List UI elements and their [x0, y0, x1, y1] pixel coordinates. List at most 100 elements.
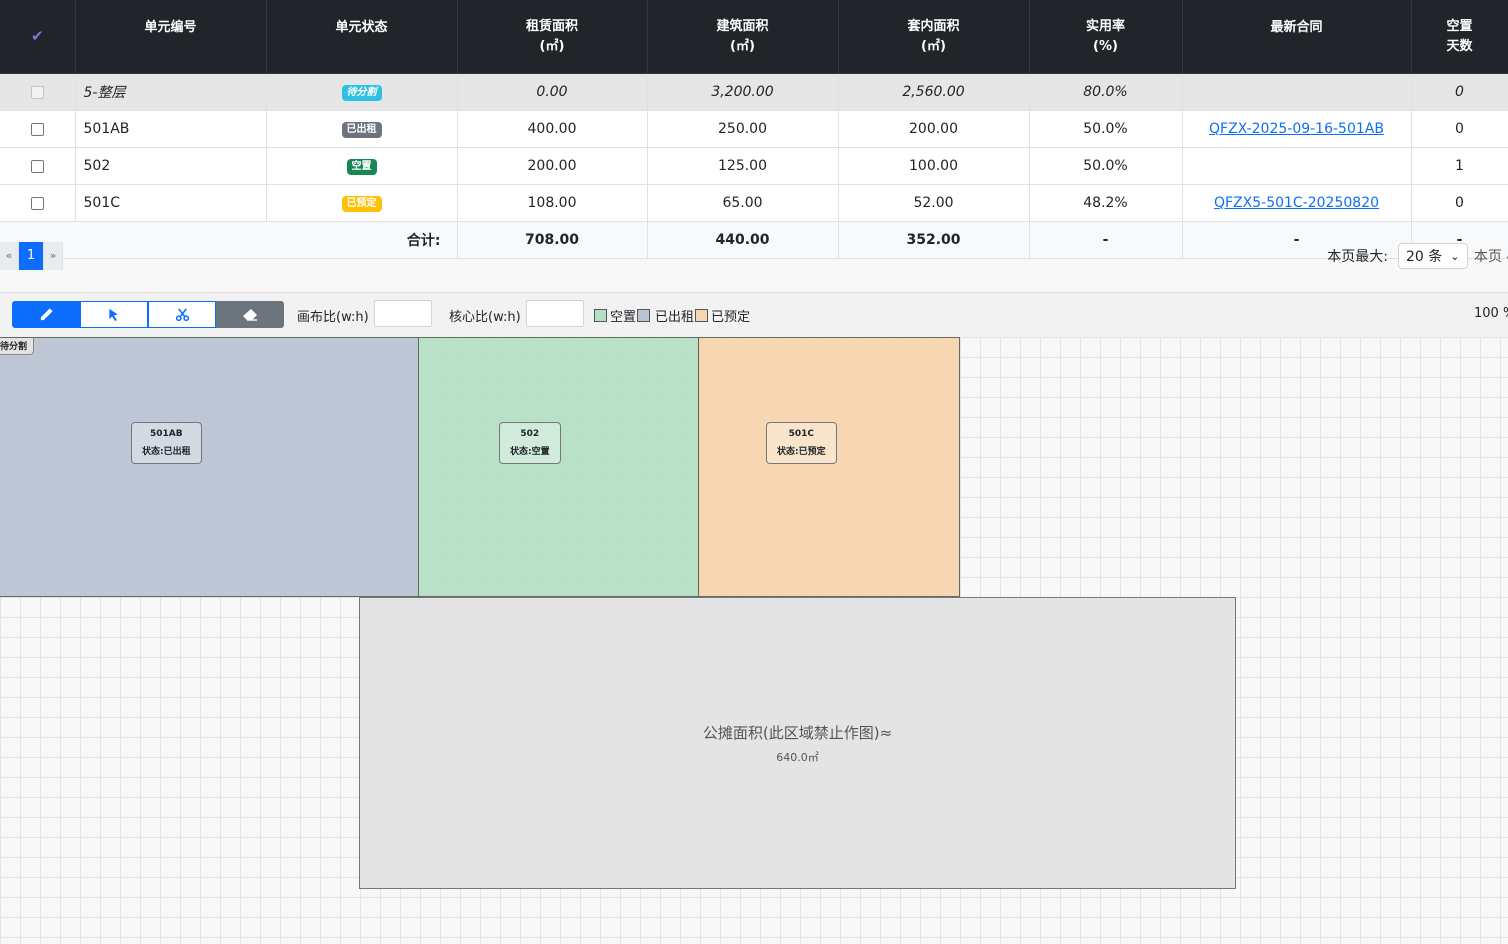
col-build-area-unit: (㎡): [730, 38, 755, 54]
canvas-ratio-label: 画布比(w:h): [297, 310, 369, 325]
zoom-level: 100 %: [1474, 306, 1508, 321]
table-header-row: ✔ 单元编号 单元状态 租赁面积 (㎡) 建筑面积 (㎡) 套内面积 (㎡) 实用率 (…: [0, 0, 1508, 74]
col-status[interactable]: 单元状态: [266, 0, 458, 74]
cell-usage: 48.2%: [1029, 184, 1183, 222]
cell-vacant-days: 1: [1411, 147, 1508, 185]
unit-status: 状态:空置: [510, 447, 550, 457]
units-table: ✔ 单元编号 单元状态 租赁面积 (㎡) 建筑面积 (㎡) 套内面积 (㎡) 实用率 (…: [0, 0, 1508, 259]
col-inner-area-label: 套内面积: [907, 18, 960, 34]
core-ratio-label: 核心比(w:h): [449, 310, 521, 325]
unit-501C[interactable]: 501C 状态:已预定: [698, 337, 960, 597]
page-size-label: 本页最大:: [1327, 249, 1388, 265]
col-build-area-label: 建筑面积: [716, 18, 769, 34]
legend-label-rented: 已出租: [655, 310, 695, 325]
eraser-icon: [243, 308, 257, 321]
status-legend: 空置 已出租 已预定: [594, 306, 750, 325]
split-tool-button[interactable]: [148, 301, 216, 328]
col-inner-area[interactable]: 套内面积 (㎡): [838, 0, 1030, 74]
col-vacant-label-1: 空置: [1446, 18, 1473, 34]
floor-plan-canvas[interactable]: 待分割 501AB 状态:已出租 502 状态:空置 501C 状态:已预定 公…: [0, 337, 1508, 944]
col-unit-no[interactable]: 单元编号: [75, 0, 267, 74]
legend-swatch-vacant: [594, 309, 607, 322]
pencil-tool-button[interactable]: [12, 301, 80, 328]
col-usage-label: 实用率: [1085, 18, 1125, 34]
status-badge: 空置: [346, 159, 377, 175]
cell-unit-no: 501AB: [75, 110, 267, 148]
cell-inner-area: 2,560.00: [838, 73, 1030, 111]
cell-contract: QFZX-2025-09-16-501AB: [1182, 110, 1412, 148]
cell-rent-area: 400.00: [457, 110, 648, 148]
shared-area-value: 640.0㎡: [776, 751, 819, 764]
row-checkbox[interactable]: [0, 147, 76, 185]
select-all-checkbox[interactable]: ✔: [0, 0, 76, 74]
row-checkbox-disabled: [0, 73, 76, 111]
cell-status: 已预定: [266, 184, 458, 222]
checkbox[interactable]: [30, 159, 44, 173]
col-vacant-days[interactable]: 空置 天数: [1411, 0, 1508, 74]
page-1-button[interactable]: 1: [19, 242, 44, 270]
col-inner-area-unit: (㎡): [921, 38, 946, 54]
col-status-label: 单元状态: [335, 20, 388, 35]
prev-page-button[interactable]: «: [0, 242, 19, 270]
col-rent-area[interactable]: 租赁面积 (㎡): [457, 0, 648, 74]
cell-build-area: 3,200.00: [647, 73, 839, 111]
cell-usage: 80.0%: [1029, 73, 1183, 111]
unit-label-501AB: 501AB 状态:已出租: [131, 422, 202, 464]
cell-rent-area: 108.00: [457, 184, 648, 222]
table-row[interactable]: 501AB 已出租 400.00 250.00 200.00 50.0% QFZ…: [0, 110, 1508, 148]
page-size-value: 20 条: [1406, 249, 1443, 265]
cell-rent-area: 0.00: [457, 73, 648, 111]
chevron-down-icon: ⌄: [1450, 249, 1460, 263]
check-icon: ✔: [30, 26, 44, 45]
cell-usage: 50.0%: [1029, 110, 1183, 148]
cell-usage: 50.0%: [1029, 147, 1183, 185]
cell-build-area: 250.00: [647, 110, 839, 148]
legend-swatch-rented: [637, 309, 651, 322]
table-row-floor[interactable]: 5-整层 待分割 0.00 3,200.00 2,560.00 80.0% 0: [0, 73, 1508, 111]
total-rent-area: 708.00: [457, 221, 648, 259]
col-build-area[interactable]: 建筑面积 (㎡): [647, 0, 839, 74]
table-row[interactable]: 502 空置 200.00 125.00 100.00 50.0% 1: [0, 147, 1508, 185]
unit-id: 501AB: [149, 429, 183, 439]
cell-status: 空置: [266, 147, 458, 185]
unit-501AB[interactable]: 待分割 501AB 状态:已出租: [0, 337, 419, 597]
scissors-icon: [175, 308, 189, 322]
col-usage-unit: (%): [1093, 38, 1118, 54]
table-row[interactable]: 501C 已预定 108.00 65.00 52.00 48.2% QFZX5-…: [0, 184, 1508, 222]
col-contract[interactable]: 最新合同: [1182, 0, 1412, 74]
cell-build-area: 65.00: [647, 184, 839, 222]
core-ratio-input[interactable]: [526, 300, 584, 327]
table-total-row: 合计: 708.00 440.00 352.00 - - -: [0, 221, 1508, 259]
status-badge: 已出租: [341, 122, 382, 138]
total-inner-area: 352.00: [838, 221, 1030, 259]
status-badge: 待分割: [341, 85, 382, 101]
select-tool-button[interactable]: [80, 301, 148, 328]
contract-link[interactable]: QFZX5-501C-20250820: [1214, 195, 1379, 211]
legend-label-vacant: 空置: [610, 310, 637, 325]
total-build-area: 440.00: [647, 221, 839, 259]
canvas-ratio-input[interactable]: [374, 300, 432, 327]
cell-vacant-days: 0: [1411, 73, 1508, 111]
col-vacant-label-2: 天数: [1446, 38, 1473, 54]
total-label: 合计:: [0, 221, 458, 259]
unit-502[interactable]: 502 状态:空置: [418, 337, 700, 597]
cell-build-area: 125.00: [647, 147, 839, 185]
page-size-select[interactable]: 20 条 ⌄: [1398, 243, 1468, 269]
shared-area-zone: 公摊面积(此区域禁止作图)≈ 640.0㎡: [359, 597, 1236, 889]
row-checkbox[interactable]: [0, 184, 76, 222]
col-usage[interactable]: 实用率 (%): [1029, 0, 1183, 74]
checkbox[interactable]: [30, 196, 44, 210]
cell-contract: [1182, 147, 1412, 185]
next-page-button[interactable]: »: [44, 242, 63, 270]
cell-status: 待分割: [266, 73, 458, 111]
cell-vacant-days: 0: [1411, 110, 1508, 148]
row-checkbox[interactable]: [0, 110, 76, 148]
checkbox[interactable]: [30, 122, 44, 136]
eraser-tool-button[interactable]: [216, 301, 284, 328]
pointer-icon: [109, 308, 118, 321]
pencil-icon: [40, 308, 53, 321]
col-rent-area-label: 租赁面积: [525, 18, 578, 34]
col-unit-no-label: 单元编号: [144, 20, 197, 35]
col-rent-area-unit: (㎡): [539, 38, 565, 54]
contract-link[interactable]: QFZX-2025-09-16-501AB: [1209, 121, 1384, 137]
